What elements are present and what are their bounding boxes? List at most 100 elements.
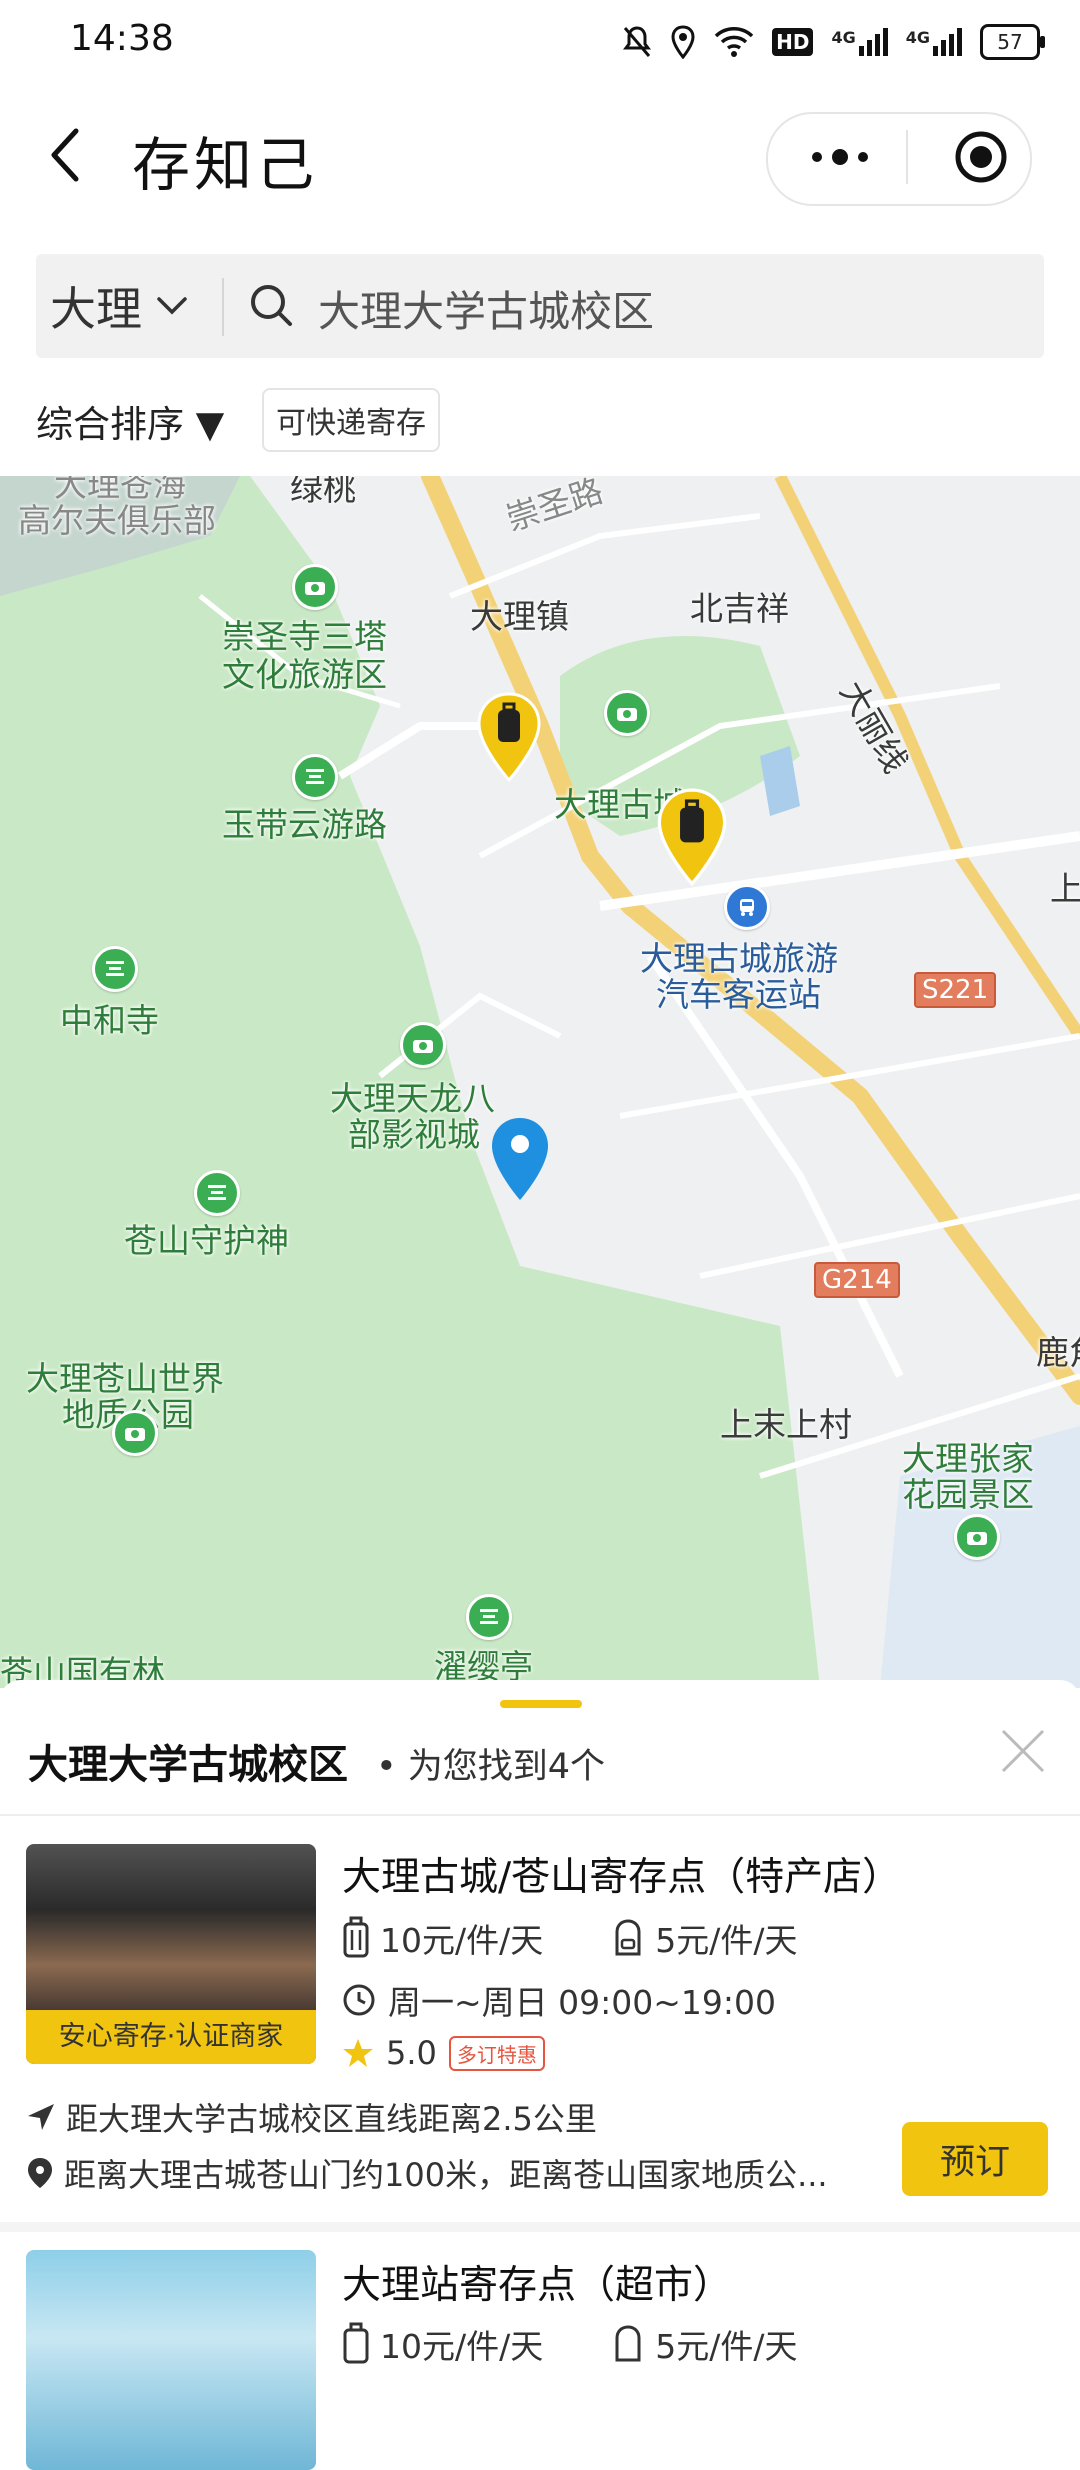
battery-icon: 57 — [980, 24, 1045, 60]
book-button[interactable]: 预订 — [902, 2122, 1048, 2196]
certified-badge: 安心寄存·认证商家 — [26, 2010, 316, 2064]
temple-poi-icon[interactable] — [194, 1170, 240, 1216]
bus-station-poi-icon[interactable] — [724, 884, 770, 930]
search-icon — [248, 282, 294, 332]
map-view[interactable]: 大理苍海 高尔夫俱乐部 绿桃 崇圣路 崇圣寺三塔 文化旅游区 大理镇 北吉祥 大… — [0, 476, 1080, 1688]
search-divider — [222, 278, 224, 336]
map-label: 崇圣寺三塔 — [222, 617, 387, 656]
chevron-left-icon — [51, 128, 79, 182]
luggage-price-value: 10元/件/天 — [380, 2327, 544, 2366]
map-label: 大理古城旅游 — [640, 939, 838, 978]
network-type-2: 4G — [905, 28, 930, 47]
temple-poi-icon[interactable] — [292, 754, 338, 800]
camera-poi-icon[interactable] — [954, 1514, 1000, 1560]
back-button[interactable] — [40, 120, 90, 190]
more-dot-icon — [858, 152, 868, 162]
luggage-price-value: 10元/件/天 — [380, 1921, 544, 1960]
map-label: 上末上村 — [720, 1405, 852, 1444]
results-count: • 为您找到4个 — [376, 1747, 606, 1787]
clock-icon — [343, 1984, 375, 2016]
store-thumbnail[interactable]: 安心寄存·认证商家 — [26, 1844, 316, 2064]
more-dot-icon — [812, 152, 822, 162]
address-text: 距离大理古城苍山门约100米，距离苍山国家地质公... — [64, 2156, 828, 2194]
map-label: 绿桃 — [290, 476, 356, 508]
network-type-1: 4G — [831, 28, 856, 47]
opening-hours: 周一~周日 09:00~19:00 — [388, 1983, 776, 2022]
map-label: 大理苍山世界 — [26, 1359, 224, 1398]
map-label: 文化旅游区 — [222, 655, 387, 694]
map-label: 北吉祥 — [690, 589, 789, 628]
navigation-arrow-icon — [28, 2104, 54, 2130]
camera-poi-icon[interactable] — [112, 1410, 158, 1456]
store-thumbnail[interactable] — [26, 2250, 316, 2470]
distance-row: 距大理大学古城校区直线距离2.5公里 — [26, 2094, 597, 2140]
map-label: 汽车客运站 — [656, 975, 821, 1014]
map-label: 中和寺 — [60, 1001, 159, 1040]
list-divider — [0, 2222, 1080, 2232]
current-location-pin-icon — [492, 1118, 548, 1200]
map-label: 苍山守护神 — [124, 1221, 289, 1260]
storage-point-marker[interactable] — [654, 788, 730, 888]
bag-price-value: 5元/件/天 — [655, 1921, 798, 1960]
location-icon — [671, 25, 695, 59]
road-shield: S221 — [914, 972, 997, 1008]
backpack-icon — [615, 2325, 641, 2362]
temple-poi-icon[interactable] — [92, 946, 138, 992]
rating-value: 5.0 — [386, 2034, 437, 2072]
bag-price: 5元/件/天 — [611, 1914, 797, 1962]
luggage-price: 10元/件/天 — [342, 1914, 543, 1962]
close-sheet-button[interactable] — [998, 1726, 1048, 1776]
map-label: 玉带云游路 — [222, 805, 387, 844]
camera-poi-icon[interactable] — [604, 690, 650, 736]
price-row: 10元/件/天 5元/件/天 — [342, 2320, 797, 2368]
capsule-divider — [906, 130, 908, 184]
sheet-drag-handle[interactable] — [500, 1700, 582, 1708]
page-title: 存知己 — [132, 131, 319, 199]
storage-point-marker[interactable] — [476, 692, 542, 784]
bag-price-value: 5元/件/天 — [655, 2327, 798, 2366]
map-label: 花园景区 — [902, 1475, 1034, 1514]
results-location-title: 大理大学古城校区 — [28, 1742, 348, 1788]
hd-icon: HD — [772, 28, 814, 56]
store-name[interactable]: 大理站寄存点（超市） — [342, 2254, 732, 2310]
close-icon — [1001, 1729, 1045, 1773]
sort-dropdown[interactable]: 综合排序 ▼ — [36, 394, 224, 448]
promo-tag: 多订特惠 — [448, 2035, 545, 2071]
status-icons: HD 4G 4G 57 — [622, 20, 1045, 64]
map-label: 高尔夫俱乐部 — [18, 501, 216, 540]
map-label: 大理苍海 — [54, 476, 186, 504]
temple-poi-icon[interactable] — [466, 1594, 512, 1640]
signal-icon-1: 4G — [831, 28, 888, 56]
luggage-icon — [343, 1916, 369, 1958]
map-label: 大理天龙八 — [330, 1079, 495, 1118]
road-shield: G214 — [814, 1262, 900, 1298]
hours-row: 周一~周日 09:00~19:00 — [342, 1976, 776, 2024]
camera-poi-icon[interactable] — [400, 1022, 446, 1068]
location-pin-icon — [28, 2158, 52, 2188]
store-name[interactable]: 大理古城/苍山寄存点（特产店） — [342, 1846, 901, 1902]
map-label: 鹿角 — [1036, 1333, 1080, 1372]
camera-poi-icon[interactable] — [292, 564, 338, 610]
more-dot-icon — [832, 149, 848, 165]
target-circle-icon — [955, 131, 1007, 183]
more-button[interactable] — [800, 132, 880, 182]
wifi-icon — [714, 27, 754, 57]
map-label: 大理镇 — [470, 597, 569, 636]
star-icon — [343, 2039, 373, 2067]
luggage-icon — [343, 2322, 369, 2364]
backpack-icon — [615, 1919, 641, 1956]
bag-price: 5元/件/天 — [611, 2320, 797, 2368]
close-miniprogram-button[interactable] — [950, 126, 1012, 188]
map-label: 上 — [1050, 869, 1080, 908]
express-storage-filter[interactable]: 可快递寄存 — [262, 388, 440, 452]
city-selector[interactable]: 大理 — [50, 276, 188, 336]
address-row: 距离大理古城苍山门约100米，距离苍山国家地质公... — [26, 2150, 828, 2196]
sheet-divider — [0, 1814, 1080, 1816]
luggage-price: 10元/件/天 — [342, 2320, 543, 2368]
city-label: 大理 — [50, 282, 142, 336]
status-time: 14:38 — [70, 18, 174, 59]
signal-icon-2: 4G — [906, 28, 962, 56]
rating-row: 5.0 多订特惠 — [342, 2034, 545, 2072]
chevron-down-icon — [157, 297, 187, 315]
search-input[interactable]: 大理大学古城校区 — [318, 278, 654, 339]
